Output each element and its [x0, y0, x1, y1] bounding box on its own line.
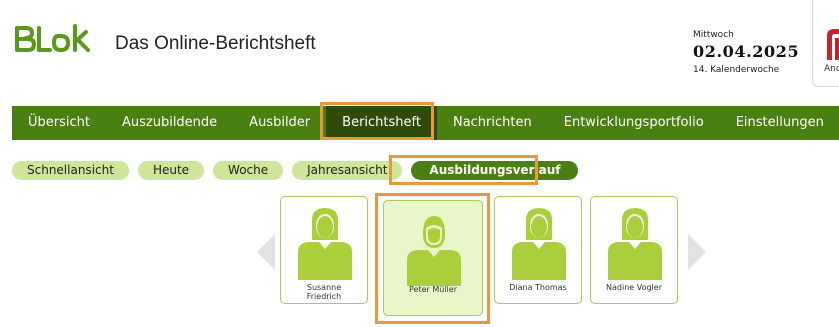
female-user-icon [512, 208, 566, 280]
chevron-left-icon[interactable] [253, 232, 279, 272]
trainee-card[interactable]: Diana Thomas [494, 196, 582, 304]
subnav-schnellansicht[interactable]: Schnellansicht [12, 161, 129, 180]
female-user-icon [298, 208, 352, 280]
trainee-name-line1: Susanne [306, 283, 342, 292]
nav-item-ausbilder[interactable]: Ausbilder [233, 106, 326, 140]
female-user-icon [608, 208, 662, 280]
trainee-name: Susanne Friedrich [281, 283, 367, 301]
male-user-icon [407, 216, 461, 286]
sub-nav: Schnellansicht Heute Woche Jahresansicht… [12, 161, 587, 180]
subnav-jahresansicht[interactable]: Jahresansicht [292, 161, 403, 180]
calendar-week: 14. Kalenderwoche [693, 65, 780, 75]
subnav-ausbildungsverlauf[interactable]: Ausbildungsverlauf [411, 161, 579, 180]
corner-label: And [824, 64, 839, 74]
trainee-card[interactable]: Susanne Friedrich [280, 196, 368, 304]
blok-logo [15, 24, 90, 52]
app-title: Das Online-Berichtsheft [115, 33, 316, 54]
trainee-card[interactable]: Nadine Vogler [590, 196, 678, 304]
current-date: 02.04.2025 [693, 42, 800, 61]
trainee-name-line2: Friedrich [306, 292, 342, 301]
trainee-card-selected[interactable]: Peter Müller [383, 200, 483, 316]
nav-item-auszubildende[interactable]: Auszubildende [106, 106, 233, 140]
trainee-name: Diana Thomas [509, 283, 567, 292]
date-widget: Mittwoch 02.04.2025 14. Kalenderwoche [693, 30, 799, 75]
trainee-name: Peter Müller [409, 285, 457, 294]
trainee-name: Nadine Vogler [606, 283, 662, 292]
main-nav: Übersicht Auszubildende Ausbilder Berich… [12, 106, 839, 140]
nav-item-uebersicht[interactable]: Übersicht [12, 106, 106, 140]
subnav-heute[interactable]: Heute [137, 161, 205, 180]
institution-icon [827, 29, 839, 60]
chevron-right-icon[interactable] [684, 232, 710, 272]
nav-item-entwicklungsportfolio[interactable]: Entwicklungsportfolio [548, 106, 720, 140]
nav-item-nachrichten[interactable]: Nachrichten [437, 106, 548, 140]
nav-item-einstellungen[interactable]: Einstellungen [720, 106, 839, 140]
corner-profile-card[interactable]: And [812, 0, 839, 87]
weekday-label: Mittwoch [693, 30, 734, 40]
nav-item-berichtsheft[interactable]: Berichtsheft [326, 106, 437, 140]
subnav-woche[interactable]: Woche [213, 161, 284, 180]
